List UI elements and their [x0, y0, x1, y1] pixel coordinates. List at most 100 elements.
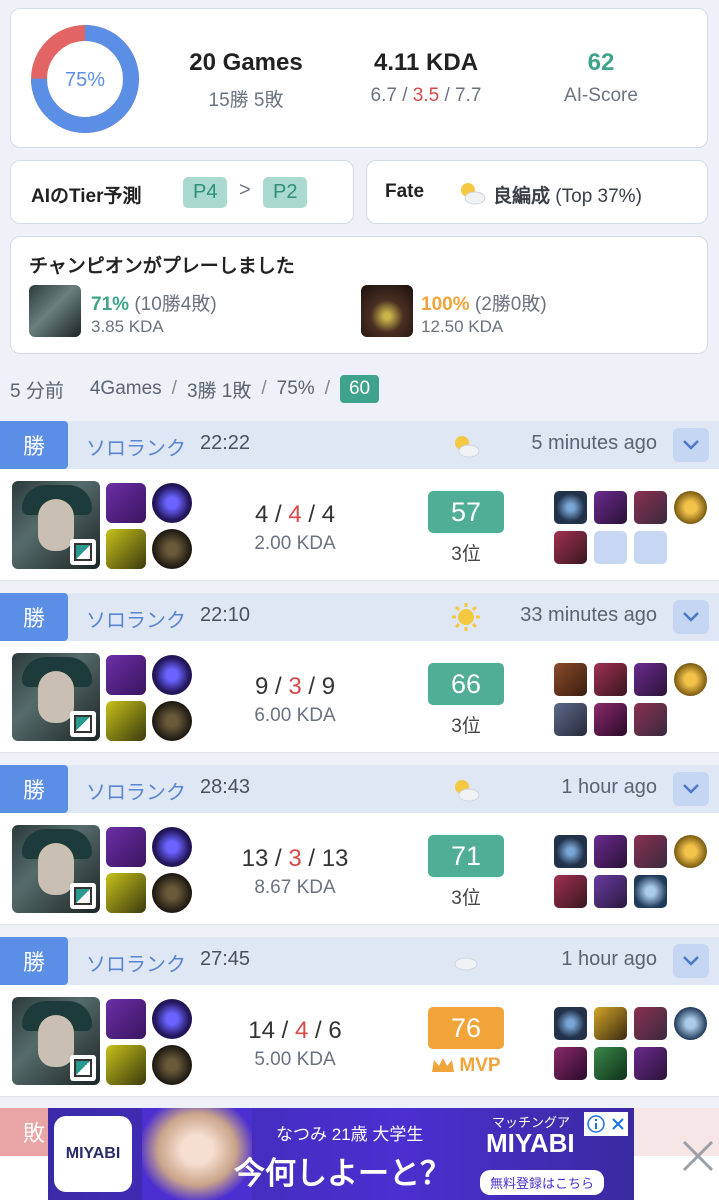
rune-icon[interactable] [106, 827, 146, 867]
rune-icon[interactable] [152, 483, 192, 523]
ad-brand-big: MIYABI [486, 1128, 575, 1158]
champion-record: (10勝4敗) [134, 294, 217, 315]
assists: 6 [328, 1017, 342, 1044]
rune-icon[interactable] [106, 999, 146, 1039]
match-ai-score: 76 [428, 1007, 504, 1049]
recent-games: 4Games [89, 378, 162, 399]
summoner-spell-icon[interactable] [152, 1045, 192, 1085]
item-icon[interactable] [554, 531, 587, 564]
item-icon[interactable] [554, 703, 587, 736]
rune-icon[interactable] [106, 655, 146, 695]
item-icon[interactable] [674, 835, 707, 868]
close-icon[interactable] [611, 1117, 625, 1131]
rune-icon[interactable] [152, 655, 192, 695]
item-icon[interactable] [594, 835, 627, 868]
summoner-spell-icon[interactable] [106, 1045, 146, 1085]
summoner-spell-icon[interactable] [152, 873, 192, 913]
avg-kills: 6.7 [370, 85, 397, 106]
avg-deaths: 3.5 [412, 85, 440, 106]
item-icon[interactable] [594, 703, 627, 736]
champion-stats: 100% (2勝0敗) [421, 289, 547, 316]
item-icon[interactable] [634, 1007, 667, 1040]
summoner-spell-icon[interactable] [106, 529, 146, 569]
summoner-spell-icon[interactable] [152, 529, 192, 569]
expand-button[interactable] [673, 428, 709, 462]
item-icon[interactable] [554, 1007, 587, 1040]
match-header[interactable]: 勝 ソロランク 22:10 33 minutes ago [0, 593, 719, 641]
match-queue: ソロランク [86, 782, 186, 804]
match-body[interactable]: 4 / 4 / 4 2.00 KDA 57 3位 [0, 469, 719, 581]
fate-card[interactable]: Fate 良編成 (Top 37%) [366, 160, 708, 224]
match-rank: 3位 [451, 544, 481, 565]
champion-portrait[interactable] [12, 481, 100, 569]
kda-ratio: 6.00 KDA [254, 705, 336, 726]
champion-portrait[interactable] [12, 653, 100, 741]
info-icon[interactable] [587, 1115, 605, 1133]
partly-sunny-icon [455, 436, 480, 458]
item-icon[interactable] [594, 491, 627, 524]
ad-info-controls[interactable] [584, 1112, 628, 1136]
item-icon[interactable] [634, 835, 667, 868]
match-kills-deaths-assists: 4 / 4 / 4 [254, 501, 336, 528]
match-header[interactable]: 勝 ソロランク 22:22 5 minutes ago [0, 421, 719, 469]
item-icon[interactable] [634, 663, 667, 696]
match-ai-score: 71 [428, 835, 504, 877]
item-icon[interactable] [634, 491, 667, 524]
tier-card[interactable]: AIのTier予測 P4 > P2 [10, 160, 354, 224]
tier-to-badge: P2 [263, 177, 308, 208]
champion-avatar[interactable] [361, 285, 413, 337]
match-body[interactable]: 14 / 4 / 6 5.00 KDA 76 MVP [0, 985, 719, 1097]
champion-portrait[interactable] [12, 997, 100, 1085]
item-icon[interactable] [554, 663, 587, 696]
item-icon[interactable] [594, 875, 627, 908]
chevron-right-icon: > [239, 179, 251, 201]
champion-portrait[interactable] [12, 825, 100, 913]
item-icon[interactable] [554, 835, 587, 868]
ad-banner[interactable]: MIYABI なつみ 21歳 大学生 今何しよーと？ マッチングア MIYABI… [48, 1108, 634, 1200]
champion-avatar[interactable] [29, 285, 81, 337]
match-kda: 14 / 4 / 6 5.00 KDA [210, 1017, 380, 1071]
summoner-spell-icon[interactable] [106, 873, 146, 913]
ad-cta-button[interactable]: 無料登録はこちら [480, 1170, 605, 1195]
item-icon[interactable] [594, 663, 627, 696]
match-duration: 28:43 [200, 776, 251, 798]
item-icon[interactable] [554, 491, 587, 524]
match-ai-score: 57 [428, 491, 504, 533]
avg-assists: 7.7 [455, 85, 482, 106]
ad-line2: 今何しよーと？ [234, 1156, 451, 1191]
rune-icon[interactable] [152, 827, 192, 867]
recent-summary: 5 分前 4Games / 3勝 1敗 / 75% / 60 [10, 374, 380, 404]
match-body[interactable]: 9 / 3 / 9 6.00 KDA 66 3位 [0, 641, 719, 753]
item-icon[interactable] [594, 1047, 627, 1080]
summoner-spell-icon[interactable] [152, 701, 192, 741]
deaths: 4 [288, 501, 302, 528]
item-icon[interactable] [634, 875, 667, 908]
match-header[interactable]: 勝 ソロランク 28:43 1 hour ago [0, 765, 719, 813]
item-icon[interactable] [674, 491, 707, 524]
separator: / [324, 378, 330, 399]
item-icon[interactable] [674, 663, 707, 696]
item-icon[interactable] [634, 1047, 667, 1080]
match-queue: ソロランク [86, 610, 186, 632]
match-header[interactable]: 勝 ソロランク 27:45 1 hour ago [0, 937, 719, 985]
match-time-ago: 1 hour ago [561, 776, 657, 798]
games-record: 15勝 5敗 [208, 90, 284, 111]
expand-button[interactable] [673, 772, 709, 806]
match-body[interactable]: 13 / 3 / 13 8.67 KDA 71 3位 [0, 813, 719, 925]
item-icon[interactable] [554, 875, 587, 908]
deaths: 3 [288, 845, 302, 872]
assists: 9 [321, 673, 336, 700]
item-icon[interactable] [594, 1007, 627, 1040]
expand-button[interactable] [673, 944, 709, 978]
item-icon[interactable] [554, 1047, 587, 1080]
summoner-spell-icon[interactable] [106, 701, 146, 741]
chevron-down-icon [683, 956, 699, 966]
expand-button[interactable] [673, 600, 709, 634]
item-icon[interactable] [634, 703, 667, 736]
close-icon[interactable] [680, 1138, 716, 1174]
item-icon[interactable] [674, 1007, 707, 1040]
rune-icon[interactable] [106, 483, 146, 523]
champion-winrate: 100% [421, 294, 470, 315]
tier-label: AIのTier予測 [31, 186, 142, 207]
rune-icon[interactable] [152, 999, 192, 1039]
